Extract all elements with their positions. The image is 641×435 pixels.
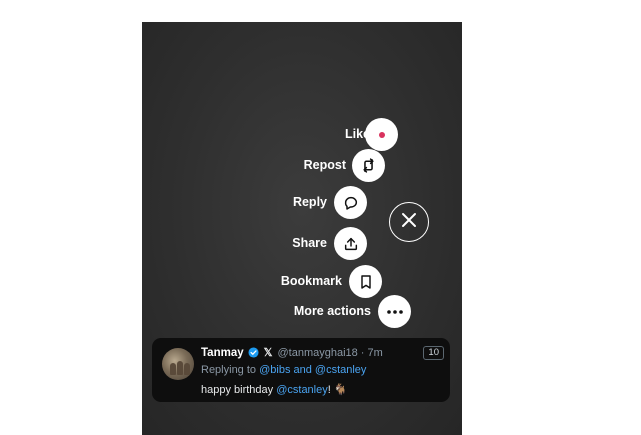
reply-bubble-icon [343, 195, 359, 211]
replying-to-link[interactable]: @bibs and @cstanley [259, 364, 366, 376]
repost-button[interactable] [352, 149, 385, 182]
tweet-header: Tanmay 𝕏 @tanmayghai18 · 7m [201, 346, 383, 360]
bookmark-label: Bookmark [280, 274, 342, 288]
like-button[interactable] [365, 118, 398, 151]
body-prefix: happy birthday [201, 384, 277, 396]
body-suffix: ! 🐐 [327, 384, 348, 396]
close-button[interactable] [389, 202, 429, 242]
share-label: Share [292, 236, 327, 250]
author-name[interactable]: Tanmay [201, 347, 244, 359]
x-logo-icon: 𝕏 [263, 347, 273, 359]
more-actions-label: More actions [293, 304, 371, 318]
mention-link[interactable]: @cstanley [276, 384, 328, 396]
verified-badge-icon [248, 347, 259, 358]
heart-icon [378, 131, 386, 139]
replying-to-line: Replying to @bibs and @cstanley [201, 364, 366, 376]
tweet-body: happy birthday @cstanley! 🐐 [201, 383, 348, 396]
count-badge: 10 [423, 346, 444, 360]
avatar[interactable] [162, 348, 194, 380]
bookmark-button[interactable] [349, 265, 382, 298]
close-icon [401, 212, 417, 233]
more-actions-button[interactable] [378, 295, 411, 328]
share-upload-icon [343, 236, 359, 252]
author-handle-time: @tanmayghai18 · 7m [277, 346, 383, 359]
repost-icon [360, 157, 377, 174]
reply-tweet-card[interactable]: Tanmay 𝕏 @tanmayghai18 · 7m 10 Replying … [152, 338, 450, 402]
more-dots-icon [386, 309, 403, 314]
replying-prefix: Replying to [201, 364, 260, 376]
bookmark-icon [359, 274, 373, 290]
repost-label: Repost [303, 158, 346, 172]
reply-label: Reply [292, 195, 327, 209]
reply-button[interactable] [334, 186, 367, 219]
action-overlay: Like Repost Reply Share Bookmark More ac… [142, 22, 462, 435]
share-button[interactable] [334, 227, 367, 260]
